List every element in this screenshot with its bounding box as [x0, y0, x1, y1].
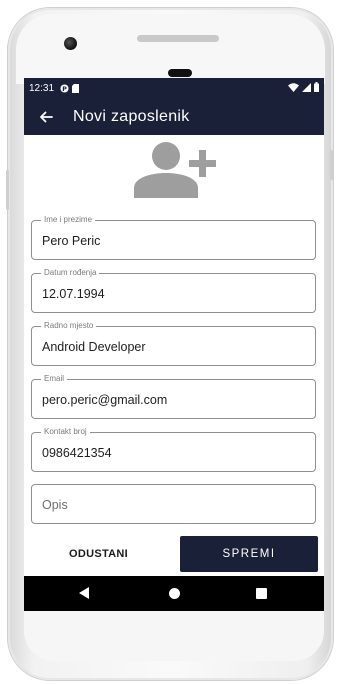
- cancel-button[interactable]: ODUSTANI: [32, 536, 165, 572]
- status-bar: 12:31 P: [24, 78, 324, 98]
- save-button[interactable]: SPREMI: [180, 536, 318, 572]
- volume-button: [6, 170, 9, 210]
- battery-icon: [314, 82, 319, 92]
- proximity-sensor: [168, 69, 192, 77]
- birth-date-field[interactable]: Datum rođenja 12.07.1994: [31, 267, 316, 313]
- contact-number-value: 0986421354: [42, 446, 112, 460]
- birth-date-label: Datum rođenja: [41, 267, 100, 279]
- full-name-field[interactable]: Ime i prezime Pero Peric: [31, 214, 316, 260]
- sd-card-icon: [72, 83, 80, 93]
- job-title-label: Radno mjesto: [41, 320, 97, 332]
- status-time: 12:31: [29, 82, 55, 94]
- nav-back-icon[interactable]: [79, 587, 89, 599]
- contact-number-label: Kontakt broj: [41, 426, 90, 438]
- nav-home-icon[interactable]: [169, 588, 180, 599]
- power-button: [330, 150, 333, 180]
- email-label: Email: [41, 373, 68, 385]
- earpiece-speaker: [137, 35, 219, 42]
- email-field[interactable]: Email pero.peric@gmail.com: [31, 373, 316, 419]
- page-title: Novi zaposlenik: [73, 107, 190, 125]
- app-bar: Novi zaposlenik: [24, 98, 324, 135]
- full-name-label: Ime i prezime: [41, 214, 96, 226]
- svg-text:P: P: [62, 85, 67, 92]
- birth-date-value: 12.07.1994: [42, 287, 105, 301]
- phone-bottom-bezel: [24, 611, 324, 661]
- front-camera: [64, 37, 77, 50]
- job-title-value: Android Developer: [42, 340, 146, 354]
- full-name-value: Pero Peric: [42, 234, 101, 248]
- add-person-icon: [134, 142, 216, 198]
- nav-recents-icon[interactable]: [256, 588, 267, 599]
- system-nav-bar: [24, 576, 324, 611]
- description-field[interactable]: Opis: [31, 484, 316, 524]
- app-screen: 12:31 P Novi zaposlenik Ime i prezime Pe…: [24, 78, 324, 611]
- signal-icon: [302, 82, 311, 92]
- description-placeholder: Opis: [42, 498, 68, 512]
- email-value: pero.peric@gmail.com: [42, 393, 168, 407]
- wifi-icon: [288, 82, 299, 92]
- notification-icon: P: [60, 83, 69, 92]
- contact-number-field[interactable]: Kontakt broj 0986421354: [31, 426, 316, 472]
- job-title-field[interactable]: Radno mjesto Android Developer: [31, 320, 316, 366]
- back-arrow-icon[interactable]: [36, 107, 56, 127]
